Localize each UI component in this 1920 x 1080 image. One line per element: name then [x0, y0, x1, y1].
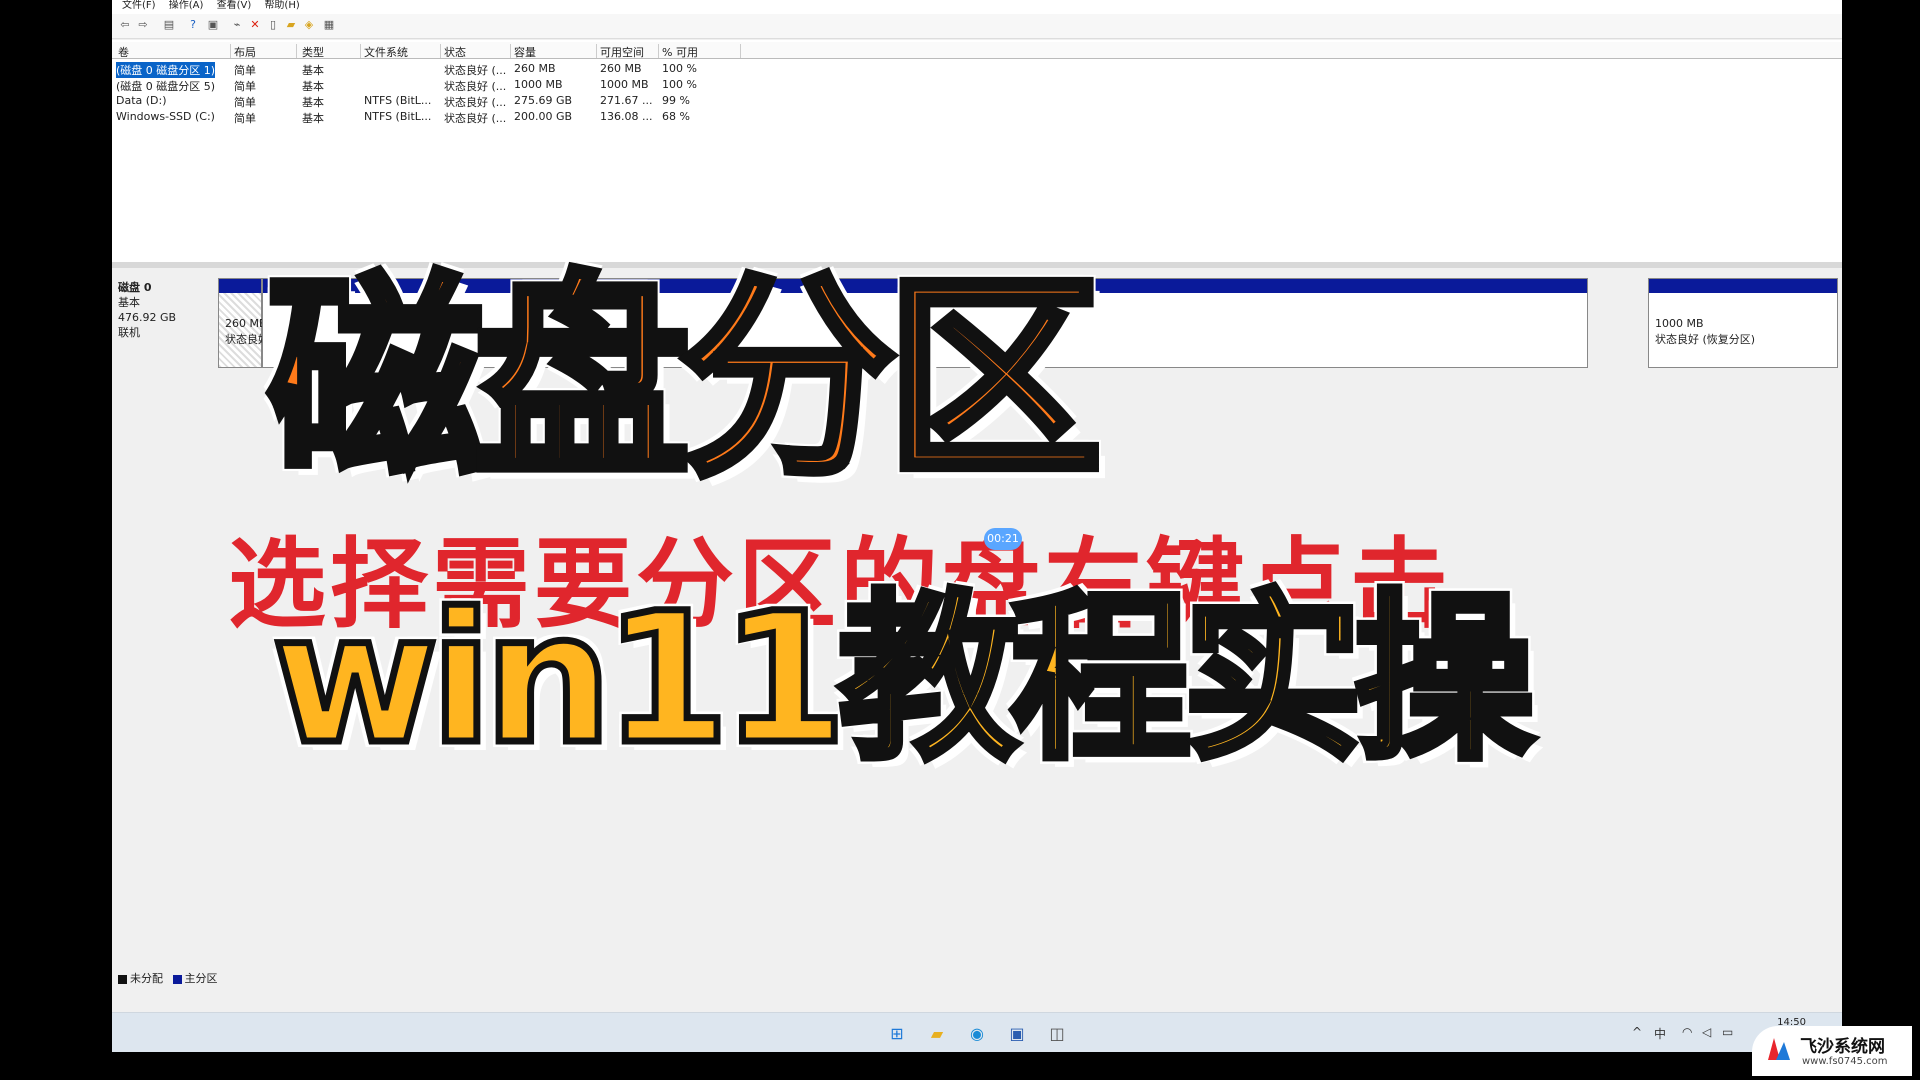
cell-status: 状态良好 (...: [444, 80, 507, 93]
table-row[interactable]: (磁盘 0 磁盘分区 1) 简单 基本 状态良好 (... 260 MB 260…: [112, 62, 832, 78]
column-header-filesystem[interactable]: 文件系统: [364, 44, 441, 59]
column-header-layout[interactable]: 布局: [234, 44, 297, 59]
cell-volume: (磁盘 0 磁盘分区 1): [116, 62, 216, 78]
volume-list: 卷 布局 类型 文件系统 状态 容量 可用空间 % 可用 (磁盘 0 磁盘分区 …: [112, 40, 1842, 262]
disk-type: 基本: [118, 296, 140, 309]
legend-swatch-unallocated: [118, 974, 127, 984]
legend-unallocated: 未分配: [130, 972, 163, 985]
site-watermark: 飞沙系统网 www.fs0745.com: [1752, 1026, 1912, 1076]
cell-type: 基本: [302, 112, 324, 125]
cell-layout: 简单: [234, 64, 256, 77]
site-url: www.fs0745.com: [1802, 1056, 1888, 1067]
open-icon[interactable]: ◈: [302, 18, 316, 32]
column-header-volume[interactable]: 卷: [118, 44, 231, 59]
cell-layout: 简单: [234, 112, 256, 125]
site-name: 飞沙系统网: [1800, 1037, 1885, 1057]
cell-volume: (磁盘 0 磁盘分区 5): [116, 80, 216, 93]
volume-icon[interactable]: ◁: [1702, 1025, 1711, 1039]
battery-icon[interactable]: ▭: [1722, 1025, 1733, 1039]
cell-capacity: 275.69 GB: [514, 94, 573, 107]
disk-name: 磁盘 0: [118, 281, 152, 294]
cell-capacity: 200.00 GB: [514, 110, 573, 123]
menu-help[interactable]: 帮助(H): [264, 0, 299, 12]
menu-file[interactable]: 文件(F): [122, 0, 156, 12]
cell-capacity: 1000 MB: [514, 78, 563, 91]
menu-bar: 文件(F) 操作(A) 查看(V) 帮助(H): [112, 0, 1842, 14]
cell-layout: 简单: [234, 80, 256, 93]
column-header-status[interactable]: 状态: [444, 44, 511, 59]
console-icon[interactable]: ▣: [206, 18, 220, 32]
cell-filesystem: NTFS (BitL...: [364, 94, 432, 107]
cell-percent: 100 %: [662, 62, 697, 75]
folder-icon[interactable]: ▰: [284, 18, 298, 32]
table-row[interactable]: Windows-SSD (C:) 简单 基本 NTFS (BitL... 状态良…: [112, 110, 832, 126]
back-arrow-icon[interactable]: ⇦: [118, 18, 132, 32]
column-header-percent-free[interactable]: % 可用: [662, 44, 741, 59]
legend-swatch-primary: [172, 974, 182, 984]
cell-free: 136.08 ...: [600, 110, 653, 123]
cell-free: 271.67 ...: [600, 94, 653, 107]
disk-list-icon[interactable]: ▤: [162, 18, 176, 32]
site-logo-icon: [1768, 1038, 1790, 1060]
cell-volume: Data (D:): [116, 94, 167, 107]
cell-percent: 68 %: [662, 110, 690, 123]
overlay-title: 磁盘分区: [264, 250, 1106, 509]
column-header-type[interactable]: 类型: [302, 44, 361, 59]
cell-percent: 100 %: [662, 78, 697, 91]
cell-capacity: 260 MB: [514, 62, 556, 75]
legend: 未分配 主分区: [118, 970, 218, 986]
edge-browser-icon[interactable]: ◉: [966, 1023, 988, 1045]
file-explorer-icon[interactable]: ▰: [926, 1023, 948, 1045]
timestamp-badge: 00:21: [984, 528, 1022, 550]
legend-primary: 主分区: [184, 972, 218, 985]
cell-percent: 99 %: [662, 94, 690, 107]
input-method-indicator[interactable]: 中: [1654, 1025, 1666, 1042]
cell-free: 1000 MB: [600, 78, 649, 91]
partition-status: 状态良好 (恢复分区): [1655, 333, 1756, 346]
cell-type: 基本: [302, 80, 324, 93]
overlay-subtitle: win11教程实操: [269, 572, 1539, 788]
cell-status: 状态良好 (...: [444, 112, 507, 125]
tray-chevron-icon[interactable]: ^: [1632, 1025, 1642, 1039]
cell-layout: 简单: [234, 96, 256, 109]
wifi-icon[interactable]: ◠: [1682, 1025, 1692, 1039]
cell-filesystem: NTFS (BitL...: [364, 110, 432, 123]
volume-table-header: 卷 布局 类型 文件系统 状态 容量 可用空间 % 可用: [112, 42, 1842, 59]
delete-icon[interactable]: ✕: [248, 18, 262, 32]
table-row[interactable]: Data (D:) 简单 基本 NTFS (BitL... 状态良好 (... …: [112, 94, 832, 110]
partition-efi[interactable]: 260 MB 状态良好: [218, 278, 269, 368]
cell-type: 基本: [302, 96, 324, 109]
table-row[interactable]: (磁盘 0 磁盘分区 5) 简单 基本 状态良好 (... 1000 MB 10…: [112, 78, 832, 94]
disk-management-icon[interactable]: ◫: [1046, 1023, 1068, 1045]
partition-size: 1000 MB: [1655, 317, 1704, 330]
column-header-capacity[interactable]: 容量: [514, 44, 597, 59]
cell-status: 状态良好 (...: [444, 96, 507, 109]
cell-status: 状态良好 (...: [444, 64, 507, 77]
settings-icon[interactable]: ▦: [322, 18, 336, 32]
properties-icon[interactable]: ▯: [266, 18, 280, 32]
partition-bar: [219, 279, 261, 293]
connect-icon[interactable]: ⌁: [230, 18, 244, 32]
menu-action[interactable]: 操作(A): [169, 0, 204, 12]
windows-start-icon[interactable]: ⊞: [886, 1023, 908, 1045]
store-icon[interactable]: ▣: [1006, 1023, 1028, 1045]
partition-recovery[interactable]: 1000 MB 状态良好 (恢复分区): [1648, 278, 1838, 368]
cell-free: 260 MB: [600, 62, 642, 75]
taskbar: ⊞ ▰ ◉ ▣ ◫ ^ 中 ◠ ◁ ▭ 14:50: [112, 1012, 1842, 1052]
forward-arrow-icon[interactable]: ⇨: [136, 18, 150, 32]
partition-size: 260 MB: [225, 317, 267, 330]
column-header-free-space[interactable]: 可用空间: [600, 44, 659, 59]
help-icon[interactable]: ?: [186, 18, 200, 32]
menu-view[interactable]: 查看(V): [217, 0, 252, 12]
cell-volume: Windows-SSD (C:): [116, 110, 215, 123]
disk-status: 联机: [118, 326, 140, 339]
toolbar: ⇦ ⇨ ▤ ? ▣ ⌁ ✕ ▯ ▰ ◈ ▦: [112, 14, 1842, 39]
disk-management-window: 文件(F) 操作(A) 查看(V) 帮助(H) ⇦ ⇨ ▤ ? ▣ ⌁ ✕ ▯ …: [112, 0, 1842, 1052]
disk-size: 476.92 GB: [118, 311, 177, 324]
partition-bar: [1649, 279, 1837, 293]
disk-0-label: 磁盘 0 基本 476.92 GB 联机: [118, 280, 176, 340]
cell-type: 基本: [302, 64, 324, 77]
